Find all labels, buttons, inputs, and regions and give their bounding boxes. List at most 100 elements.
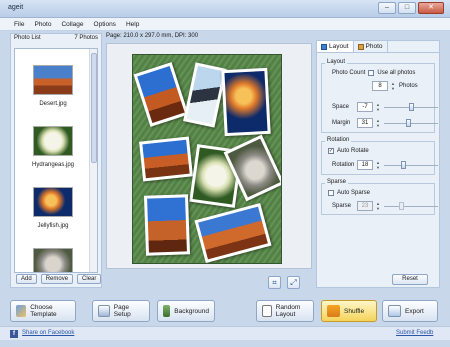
rotation-input[interactable]: 18 xyxy=(357,160,373,170)
collage-photo-jellyfish[interactable] xyxy=(221,67,271,137)
auto-rotate-checkbox[interactable]: ✓ xyxy=(328,148,334,154)
menu-photo[interactable]: Photo xyxy=(34,18,51,30)
use-all-photos-checkbox[interactable] xyxy=(368,70,375,76)
layout-group-title: Layout xyxy=(325,59,348,65)
desert-thumbnail xyxy=(33,65,73,95)
photo-list[interactable]: Desert.jpg Hydrangeas.jpg Jellyfish.jpg xyxy=(14,48,98,273)
photos-suffix: Photos xyxy=(399,83,418,89)
submit-feedback-link[interactable]: Submit Feedb xyxy=(396,330,433,336)
list-item[interactable]: Hydrangeas.jpg xyxy=(19,126,87,168)
photo-count-label: Photo Count xyxy=(332,70,366,76)
sparse-slider[interactable] xyxy=(384,202,438,210)
auto-sparse-label: Auto Sparse xyxy=(337,190,371,196)
space-input[interactable]: -7 xyxy=(357,102,373,112)
crop-icon[interactable]: ⌗ xyxy=(268,276,281,289)
shuffle-icon xyxy=(327,305,340,317)
facebook-icon[interactable]: f xyxy=(10,330,18,338)
add-photo-button[interactable]: Add xyxy=(16,274,37,284)
space-label: Space xyxy=(332,104,350,110)
photo-count-input[interactable]: 8 xyxy=(372,81,388,91)
jellyfish-thumbnail xyxy=(33,187,73,217)
list-item[interactable]: Desert.jpg xyxy=(19,65,87,107)
background-icon xyxy=(163,305,171,317)
auto-sparse-checkbox[interactable] xyxy=(328,190,334,196)
tab-layout[interactable]: Layout xyxy=(317,41,354,52)
minimize-button[interactable]: – xyxy=(378,2,396,14)
menu-bar: File Photo Collage Options Help xyxy=(0,18,450,31)
rotation-spinner[interactable]: ▲ ▼ xyxy=(376,160,381,170)
collage-photo-desert-top[interactable] xyxy=(133,62,189,127)
rotation-slider[interactable] xyxy=(384,161,438,169)
title-bar: ageit – □ ✕ xyxy=(0,0,450,18)
collage-photo-desert-middle[interactable] xyxy=(139,136,193,182)
rotation-group: Rotation ✓ Auto Rotate Rotation 18 ▲ ▼ xyxy=(321,137,438,175)
tab-layout-label: Layout xyxy=(329,43,349,50)
fit-page-icon[interactable]: ⤢ xyxy=(287,276,300,289)
link-bar: f Share on Facebook Submit Feedb xyxy=(0,326,450,340)
background-label: Background xyxy=(174,307,209,315)
close-button[interactable]: ✕ xyxy=(418,2,444,14)
rotation-label: Rotation xyxy=(332,162,355,168)
window-controls: – □ ✕ xyxy=(378,2,444,14)
bottom-toolbar: Choose Template Page Setup Background Ra… xyxy=(0,300,450,326)
page-setup-button[interactable]: Page Setup xyxy=(92,300,150,322)
collage-photo-desert-bottom-right[interactable] xyxy=(194,202,272,263)
photo-list-title: Photo List xyxy=(14,35,41,41)
collage-photo-penguins[interactable] xyxy=(183,62,227,128)
margin-label: Margin xyxy=(332,120,351,126)
export-icon xyxy=(388,305,401,317)
menu-help[interactable]: Help xyxy=(126,18,139,30)
photo-count-label: 7 Photos xyxy=(74,35,98,41)
space-slider[interactable] xyxy=(384,103,438,111)
layout-group: Layout Photo Count Use all photos 8 ▲ ▼ P… xyxy=(321,59,438,133)
page-info: Page: 210.0 x 297.0 mm, DPI: 300 xyxy=(106,33,199,39)
tab-photo-label: Photo xyxy=(365,43,383,50)
hydrangeas-thumbnail xyxy=(33,126,73,156)
list-item[interactable]: Jellyfish.jpg xyxy=(19,187,87,229)
layout-icon xyxy=(321,43,327,50)
maximize-button[interactable]: □ xyxy=(398,2,416,14)
photo-list-panel: Photo List 7 Photos Desert.jpg Hydrangea… xyxy=(10,33,102,288)
photo-name: Desert.jpg xyxy=(39,101,67,107)
sparse-group: Sparse Auto Sparse Sparse 23 ▲ ▼ xyxy=(321,179,438,215)
reset-button[interactable]: Reset xyxy=(392,274,428,285)
choose-template-button[interactable]: Choose Template xyxy=(10,300,76,322)
collage-page[interactable] xyxy=(132,54,282,264)
collage-photo-desert-bottom-left[interactable] xyxy=(143,194,191,256)
share-facebook-link[interactable]: Share on Facebook xyxy=(22,330,74,336)
random-layout-button[interactable]: Random Layout xyxy=(256,300,314,322)
dice-icon xyxy=(262,305,272,317)
export-label: Export xyxy=(405,307,424,315)
sparse-group-title: Sparse xyxy=(325,179,349,185)
clear-photos-button[interactable]: Clear xyxy=(77,274,102,284)
scroll-thumb[interactable] xyxy=(91,53,97,163)
photo-count-spinner[interactable]: ▲ ▼ xyxy=(391,81,396,91)
random-layout-label: Random Layout xyxy=(275,304,301,318)
photo-name: Jellyfish.jpg xyxy=(37,223,69,229)
photo-name: Hydrangeas.jpg xyxy=(31,162,75,168)
photo-list-scrollbar[interactable] xyxy=(89,49,97,272)
shuffle-button[interactable]: Shuffle xyxy=(321,300,377,322)
sparse-spinner[interactable]: ▲ ▼ xyxy=(376,201,381,211)
use-all-photos-label: Use all photos xyxy=(377,70,416,76)
background-button[interactable]: Background xyxy=(157,300,215,322)
remove-photo-button[interactable]: Remove xyxy=(40,274,74,284)
export-button[interactable]: Export xyxy=(382,300,438,322)
sparse-input[interactable]: 23 xyxy=(357,201,373,211)
menu-file[interactable]: File xyxy=(14,18,24,30)
sparse-label: Sparse xyxy=(332,203,352,209)
menu-options[interactable]: Options xyxy=(94,18,116,30)
margin-slider[interactable] xyxy=(384,119,438,127)
rotation-group-title: Rotation xyxy=(325,137,352,143)
tab-photo[interactable]: Photo xyxy=(354,41,388,52)
margin-input[interactable]: 31 xyxy=(357,118,373,128)
menu-collage[interactable]: Collage xyxy=(61,18,83,30)
list-item[interactable] xyxy=(19,248,87,272)
template-icon xyxy=(16,305,27,317)
space-spinner[interactable]: ▲ ▼ xyxy=(376,102,381,112)
margin-spinner[interactable]: ▲ ▼ xyxy=(376,118,381,128)
koala-thumbnail xyxy=(33,248,73,272)
page-setup-label: Page Setup xyxy=(113,304,131,318)
photo-icon xyxy=(357,43,364,50)
collage-canvas-area xyxy=(106,43,312,269)
